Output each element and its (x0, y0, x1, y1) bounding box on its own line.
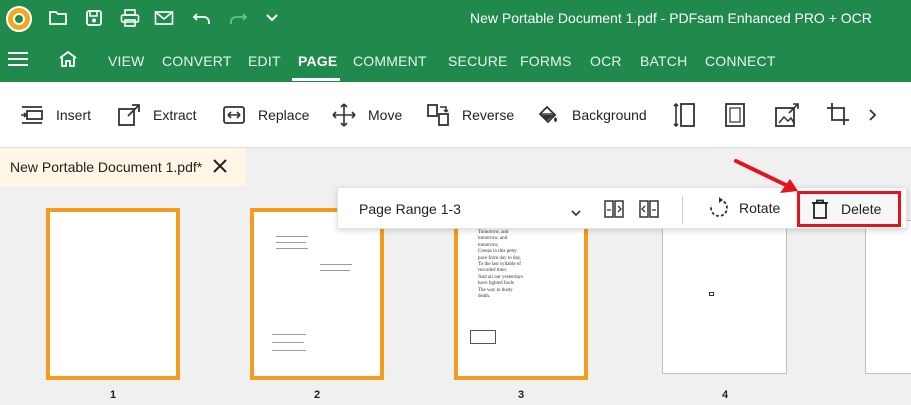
page-number-4: 4 (722, 389, 729, 401)
page-image-icon[interactable] (774, 102, 800, 133)
toolbar-divider (682, 196, 683, 224)
move-label: Move (368, 107, 403, 123)
page-3-box (470, 330, 496, 344)
page-3-text: Tomorrow, and tomorrow, and tomorrow, Cr… (478, 230, 524, 300)
page-thumbnail-2[interactable] (250, 208, 384, 380)
insert-label: Insert (56, 107, 92, 123)
print-icon[interactable] (116, 6, 144, 30)
background-label: Background (572, 107, 647, 123)
insert-icon (21, 106, 43, 124)
menu-convert[interactable]: CONVERT (162, 53, 232, 69)
hamburger-menu-icon[interactable] (8, 52, 28, 66)
rotate-counterclockwise-icon[interactable] (603, 198, 625, 225)
mail-icon[interactable] (150, 6, 178, 30)
page-thumbnail-4[interactable] (662, 220, 787, 374)
page-4-marker (709, 292, 714, 296)
crop-icon[interactable] (826, 102, 850, 131)
page-thumbnail-5[interactable] (865, 220, 911, 374)
move-button[interactable]: Move (332, 82, 402, 148)
extract-label: Extract (153, 107, 197, 123)
menu-comment[interactable]: COMMENT (353, 53, 427, 69)
reverse-label: Reverse (462, 107, 515, 123)
menu-batch[interactable]: BATCH (640, 53, 687, 69)
page-size-icon[interactable] (672, 102, 696, 133)
menu-page[interactable]: PAGE (298, 53, 337, 69)
chevron-down-icon[interactable] (258, 6, 286, 30)
window-title: New Portable Document 1.pdf - PDFsam Enh… (470, 10, 872, 26)
active-tab-indicator (292, 78, 340, 81)
extract-button[interactable]: Extract (117, 82, 197, 148)
page-thumbnail-3[interactable]: Tomorrow, and tomorrow, and tomorrow, Cr… (454, 208, 588, 380)
annotation-arrow-icon (734, 159, 798, 193)
home-icon[interactable] (58, 50, 78, 73)
document-tab[interactable]: New Portable Document 1.pdf* (0, 148, 246, 186)
page-margins-icon[interactable] (724, 102, 746, 133)
extract-icon (118, 104, 140, 126)
background-button[interactable]: Background (536, 82, 647, 148)
move-icon (332, 103, 356, 127)
reverse-button[interactable]: Reverse (426, 82, 514, 148)
page-range-select[interactable]: Page Range 1-3 (359, 201, 461, 217)
replace-icon (223, 106, 245, 124)
chevron-right-icon[interactable] (868, 108, 878, 127)
menu-bar: VIEW CONVERT EDIT PAGE COMMENT SECURE FO… (0, 36, 911, 82)
menu-forms[interactable]: FORMS (520, 53, 572, 69)
document-tab-label: New Portable Document 1.pdf* (10, 159, 203, 175)
replace-button[interactable]: Replace (222, 82, 309, 148)
open-folder-icon[interactable] (44, 6, 72, 30)
menu-connect[interactable]: CONNECT (705, 53, 776, 69)
menu-view[interactable]: VIEW (108, 53, 145, 69)
delete-label: Delete (841, 201, 882, 217)
trash-icon (812, 199, 828, 219)
replace-label: Replace (258, 107, 310, 123)
chevron-down-icon[interactable] (571, 204, 581, 222)
reverse-icon (427, 104, 449, 126)
paint-bucket-icon (538, 105, 557, 124)
menu-secure[interactable]: SECURE (448, 53, 508, 69)
menu-edit[interactable]: EDIT (248, 53, 281, 69)
page-toolbar: Insert Extract Replace Move Reverse Back… (0, 82, 911, 148)
delete-button[interactable]: Delete (797, 191, 901, 227)
insert-button[interactable]: Insert (20, 82, 91, 148)
undo-icon[interactable] (188, 6, 216, 30)
title-bar: New Portable Document 1.pdf - PDFsam Enh… (0, 0, 911, 36)
redo-icon[interactable] (224, 6, 252, 30)
page-thumbnail-1[interactable] (46, 208, 180, 380)
save-icon[interactable] (80, 6, 108, 30)
menu-ocr[interactable]: OCR (590, 53, 622, 69)
page-number-3: 3 (518, 389, 525, 401)
close-icon[interactable] (212, 158, 228, 179)
selection-action-bar: Page Range 1-3 Rotate Delete (337, 187, 907, 229)
rotate-clockwise-icon[interactable] (638, 198, 660, 225)
page-number-1: 1 (110, 389, 117, 401)
rotate-icon (710, 197, 728, 217)
page-number-2: 2 (314, 389, 321, 401)
app-logo-icon (6, 6, 32, 32)
